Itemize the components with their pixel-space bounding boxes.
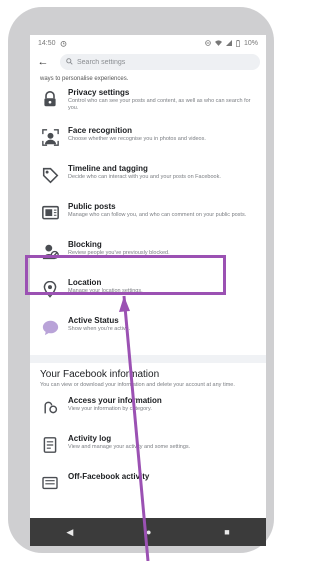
pointer-arrow	[119, 295, 150, 561]
